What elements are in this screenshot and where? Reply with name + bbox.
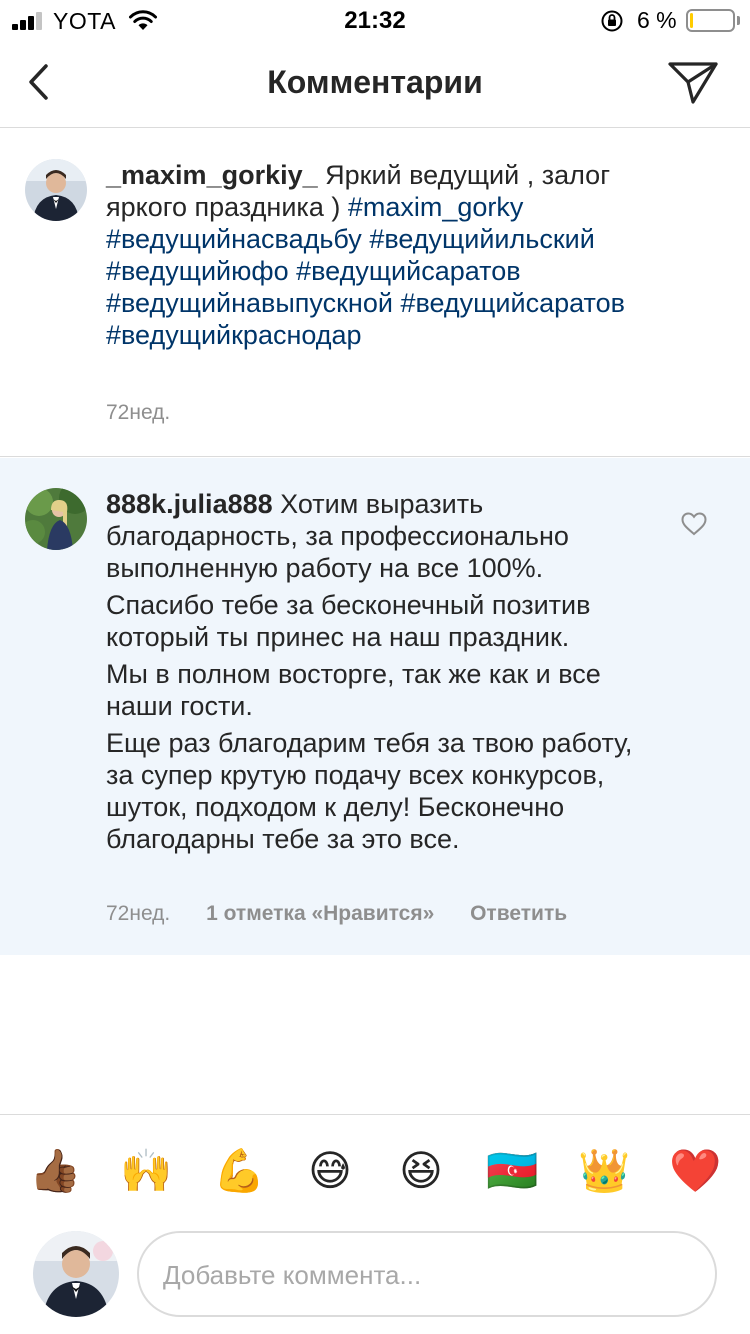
comment-meta: 72нед. 1 отметка «Нравится» Ответить: [106, 902, 706, 926]
paper-plane-icon[interactable]: [666, 58, 720, 108]
flexed-biceps-emoji[interactable]: 💪: [213, 1145, 265, 1197]
laughing-emoji[interactable]: 😆: [395, 1145, 447, 1197]
comment-timestamp: 72нед.: [106, 902, 171, 925]
hashtag-link[interactable]: #ведущийильский: [369, 224, 595, 254]
heart-outline-icon[interactable]: [680, 511, 708, 537]
battery-percent: 6 %: [637, 7, 677, 33]
thumbs-up-emoji[interactable]: 👍🏾: [29, 1145, 81, 1197]
hashtag-link[interactable]: #ведущийюфо: [106, 256, 289, 286]
comment-text: 888k.julia888 Хотим выразить благодарнос…: [106, 488, 646, 855]
hashtag-link[interactable]: #maxim_gorky: [348, 192, 524, 222]
caption-timestamp: 72нед.: [106, 401, 171, 424]
battery-icon: [686, 9, 735, 32]
avatar: [33, 1231, 119, 1317]
comment-paragraph: Мы в полном восторге, так же как и все н…: [106, 659, 601, 721]
grinning-sweat-emoji[interactable]: 😅: [304, 1145, 356, 1197]
crown-emoji[interactable]: 👑: [578, 1145, 630, 1197]
status-bar: YOTA 21:32 6 %: [0, 0, 750, 42]
caption-comment: _maxim_gorkiy_ Яркий ведущий , залог ярк…: [0, 129, 750, 457]
comment-row: 888k.julia888 Хотим выразить благодарнос…: [0, 458, 750, 955]
comment-input[interactable]: [163, 1255, 693, 1295]
nav-bar: Комментарии: [0, 42, 750, 128]
comment-username[interactable]: 888k.julia888: [106, 489, 273, 519]
avatar[interactable]: [25, 159, 87, 221]
rotation-lock-icon: [601, 10, 623, 32]
battery-level: [690, 13, 693, 28]
hashtag-link[interactable]: #ведущийнавыпускной: [106, 288, 393, 318]
likes-count-link[interactable]: 1 отметка «Нравится»: [206, 902, 434, 925]
raised-hands-emoji[interactable]: 🙌: [120, 1145, 172, 1197]
hashtag-link[interactable]: #ведущийнасвадьбу: [106, 224, 362, 254]
reply-button[interactable]: Ответить: [470, 902, 567, 925]
battery-tip: [737, 16, 740, 25]
red-heart-emoji[interactable]: ❤️: [669, 1145, 721, 1197]
page-title: Комментарии: [267, 64, 483, 100]
caption-text: _maxim_gorkiy_ Яркий ведущий , залог ярк…: [106, 159, 666, 351]
caption-username[interactable]: _maxim_gorkiy_: [106, 160, 318, 190]
hashtag-link[interactable]: #ведущийкраснодар: [106, 320, 362, 350]
comment-input-field[interactable]: [137, 1231, 717, 1317]
avatar[interactable]: [25, 488, 87, 550]
hashtag-link[interactable]: #ведущийсаратов: [296, 256, 521, 286]
azerbaijan-flag-emoji[interactable]: 🇦🇿: [486, 1145, 538, 1197]
comment-paragraph: Спасибо тебе за бесконечный позитив кото…: [106, 590, 591, 652]
emoji-quick-bar: 👍🏾 🙌 💪 😅 😆 🇦🇿 👑 ❤️: [0, 1114, 750, 1222]
comment-paragraph: Еще раз благодарим тебя за твою работу, …: [106, 728, 633, 854]
hashtag-link[interactable]: #ведущийсаратов: [400, 288, 625, 318]
